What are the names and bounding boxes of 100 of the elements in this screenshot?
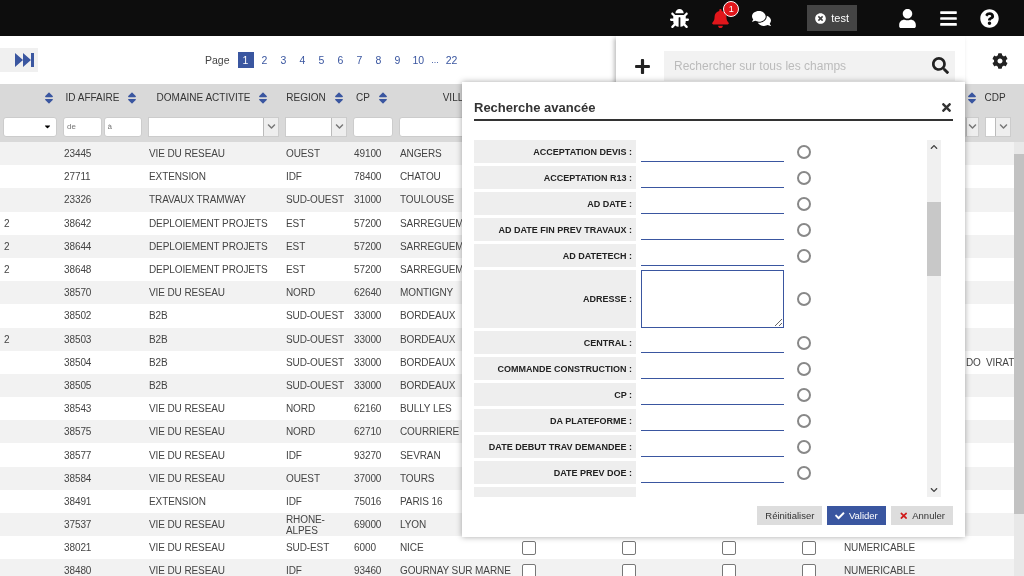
radio-button[interactable] (797, 413, 811, 428)
cancel-button[interactable]: Annuler (890, 506, 953, 525)
last-page-button[interactable] (0, 48, 38, 72)
scrollbar-track[interactable] (927, 140, 941, 497)
filter-combo[interactable] (965, 116, 979, 137)
page-link[interactable]: 22 (441, 52, 462, 68)
radio-button[interactable] (797, 439, 811, 454)
table-cell: NORD (286, 403, 316, 415)
field-label: ACCEPTATION R13 : (474, 166, 636, 189)
table-cell: 6000 (354, 542, 376, 554)
table-cell: 38648 (64, 264, 92, 276)
column-header[interactable]: VILL (442, 92, 464, 103)
table-cell: 2 (4, 240, 10, 252)
bell-icon[interactable] (711, 8, 731, 28)
table-cell: 57200 (354, 264, 382, 276)
table-cell: 38543 (64, 403, 92, 415)
checkbox[interactable] (622, 563, 636, 576)
user-icon[interactable] (898, 8, 917, 28)
filter-combo[interactable] (985, 116, 1011, 137)
add-icon[interactable] (634, 57, 651, 75)
radio-button[interactable] (797, 144, 811, 159)
field-label: DATE DEBUT TRAV DEMANDEE : (474, 435, 636, 458)
table-cell: 78400 (354, 171, 382, 183)
column-header[interactable]: CDP (984, 92, 1006, 103)
sort-icon[interactable] (966, 90, 978, 105)
table-cell: DEPLOIEMENT PROJETS (149, 240, 268, 252)
page-link[interactable]: 1 (237, 52, 254, 68)
table-cell: 38642 (64, 217, 92, 229)
page-link[interactable]: 3 (275, 52, 292, 68)
filter-field[interactable] (353, 116, 393, 137)
table-cell: 57200 (354, 240, 382, 252)
radio-button[interactable] (797, 292, 811, 306)
table-cell: IDF (286, 495, 302, 507)
menu-icon[interactable] (939, 8, 958, 28)
chat-icon[interactable] (752, 8, 772, 28)
table-cell: DEPLOIEMENT PROJETS (149, 217, 268, 229)
user-chip[interactable]: test (807, 5, 857, 31)
table-cell: NORD (286, 287, 316, 299)
chevron-down-icon[interactable] (930, 486, 938, 494)
table-cell: 23326 (64, 194, 92, 206)
table-cell: 57200 (354, 217, 382, 229)
column-header[interactable]: REGION (286, 92, 326, 103)
chevron-up-icon[interactable] (930, 143, 938, 151)
range-from-field[interactable]: de (63, 116, 102, 137)
dialog-title: Recherche avancée (474, 100, 596, 115)
table-cell: B2B (149, 333, 168, 345)
radio-button[interactable] (797, 387, 811, 402)
close-icon[interactable] (815, 12, 827, 24)
column-header[interactable]: DOMAINE ACTIVITE (156, 92, 251, 103)
radio-button[interactable] (797, 196, 811, 211)
search-icon[interactable] (932, 57, 949, 74)
checkbox[interactable] (722, 540, 736, 555)
range-to-field[interactable]: à (103, 116, 142, 137)
column-header[interactable]: CP (356, 92, 370, 103)
table-cell: 38503 (64, 333, 92, 345)
page-link[interactable]: 10 (408, 52, 429, 68)
radio-button[interactable] (797, 248, 811, 263)
table-cell: SUD-OUEST (286, 379, 344, 391)
chevron-icon (266, 122, 276, 131)
table-cell: 38505 (64, 379, 92, 391)
reset-button[interactable]: Réinitialiser (757, 506, 823, 525)
checkbox[interactable] (722, 563, 736, 576)
scrollbar-thumb[interactable] (1014, 154, 1024, 514)
submit-button[interactable]: Valider (827, 506, 886, 525)
table-cell: TOURS (400, 472, 435, 484)
checkbox[interactable] (622, 540, 636, 555)
radio-button[interactable] (797, 465, 811, 480)
page-link[interactable]: 6 (332, 52, 349, 68)
notification-badge: 1 (723, 0, 740, 17)
bug-icon[interactable] (670, 8, 690, 28)
checkbox[interactable] (522, 540, 536, 555)
help-icon[interactable] (980, 8, 999, 28)
page-link[interactable]: 8 (370, 52, 387, 68)
table-cell: ANGERS (400, 148, 442, 160)
table-cell: 75016 (354, 495, 382, 507)
column-header[interactable]: ID AFFAIRE (65, 92, 120, 103)
table-cell: OUEST (286, 148, 320, 160)
table-cell: 38504 (64, 356, 92, 368)
table-cell: BORDEAUX (400, 310, 456, 322)
radio-button[interactable] (797, 335, 811, 350)
page-link[interactable]: 2 (256, 52, 273, 68)
close-icon[interactable] (940, 101, 953, 114)
radio-button[interactable] (797, 170, 811, 185)
checkbox[interactable] (802, 563, 816, 576)
page-link[interactable]: 4 (294, 52, 311, 68)
checkbox[interactable] (802, 540, 816, 555)
page-ellipsis: ... (431, 55, 439, 65)
page-link[interactable]: 5 (313, 52, 330, 68)
table-cell: EXTENSION (149, 495, 206, 507)
page-link[interactable]: 9 (389, 52, 406, 68)
page-link[interactable]: 7 (351, 52, 368, 68)
scrollbar-thumb[interactable] (927, 201, 941, 276)
scrollbar-track[interactable] (1014, 142, 1024, 576)
settings-icon[interactable] (992, 53, 1008, 69)
sort-icon[interactable] (42, 90, 56, 105)
radio-button[interactable] (797, 222, 811, 237)
table-cell: SUD-OUEST (286, 333, 344, 345)
address-field[interactable] (641, 270, 784, 328)
checkbox[interactable] (522, 563, 536, 576)
radio-button[interactable] (797, 361, 811, 376)
